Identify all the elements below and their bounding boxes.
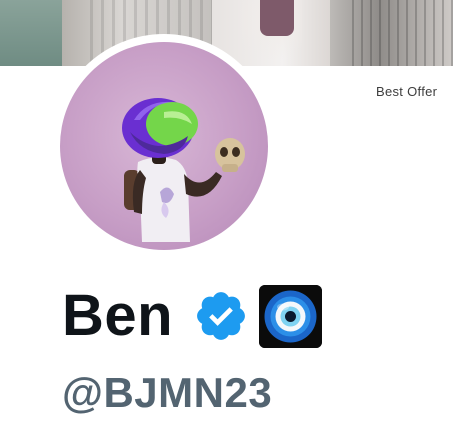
user-handle: @BJMN23 (62, 369, 273, 416)
banner-segment (0, 0, 62, 66)
profile-header: Best Offer Ben @BJMN23 (0, 0, 453, 436)
banner-texture (352, 0, 453, 66)
display-name: Ben (62, 283, 174, 348)
banner-figure (260, 0, 294, 36)
banner-caption: Best Offer (376, 84, 438, 99)
avatar[interactable] (60, 42, 268, 250)
avatar-image (122, 98, 245, 242)
nazar-amulet-icon (259, 284, 323, 348)
verified-badge-icon[interactable] (193, 288, 249, 344)
name-row: Ben (62, 283, 323, 349)
